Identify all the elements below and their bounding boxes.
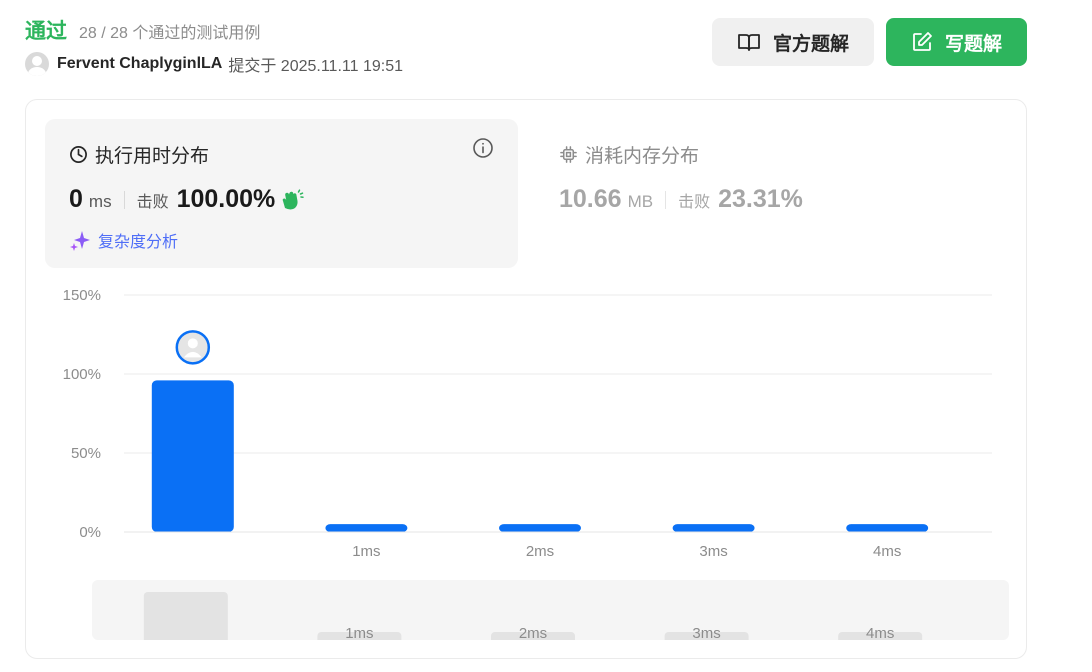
chart-bar (672, 524, 755, 532)
y-tick-label: 100% (63, 366, 101, 383)
x-tick-label: 1ms (352, 543, 380, 560)
mini-tick-label: 3ms (692, 625, 720, 640)
avatar[interactable] (25, 52, 49, 76)
chart-bar (846, 524, 929, 532)
y-tick-label: 150% (63, 287, 101, 304)
x-tick-label: 4ms (873, 543, 901, 560)
avatar-head (187, 338, 198, 349)
submit-time: 提交于 2025.11.11 19:51 (228, 58, 403, 75)
status-line: 通过 28 / 28 个通过的测试用例 (25, 15, 260, 43)
y-tick-label: 50% (71, 445, 101, 462)
official-solution-button[interactable]: 官方题解 (712, 18, 874, 66)
chart-range-selector[interactable]: 1ms 2ms 3ms 4ms (92, 580, 1009, 640)
chart-bar (151, 380, 234, 532)
result-card: 执行用时分布 0 ms 击败 100.00% 复杂度分析 消耗内存分布 10.6… (25, 99, 1027, 659)
write-solution-label: 写题解 (944, 33, 1002, 55)
username-link[interactable]: Fervent ChaplyginlLA (57, 55, 222, 73)
runtime-distribution-chart: 0% 50% 100% 150% 1ms 2ms 3ms 4ms (63, 287, 992, 560)
book-icon (738, 34, 760, 51)
x-tick-label: 3ms (699, 543, 727, 560)
test-count: 28 / 28 个通过的测试用例 (79, 25, 261, 42)
mini-tick-label: 1ms (345, 625, 373, 640)
x-tick-label: 2ms (526, 543, 554, 560)
chart-bar (325, 524, 408, 532)
mini-tick-label: 4ms (866, 625, 894, 640)
mini-bar (143, 592, 228, 640)
chart-bar (499, 524, 581, 532)
mini-map-chart: 1ms 2ms 3ms 4ms (143, 592, 923, 640)
submission-info: Fervent ChaplyginlLA 提交于 2025.11.11 19:5… (25, 51, 403, 77)
official-solution-label: 官方题解 (772, 33, 849, 55)
mini-tick-label: 2ms (519, 625, 547, 640)
write-solution-button[interactable]: 写题解 (886, 18, 1027, 66)
edit-icon (913, 32, 932, 51)
status-text: 通过 (25, 20, 67, 43)
y-tick-label: 0% (79, 524, 101, 541)
